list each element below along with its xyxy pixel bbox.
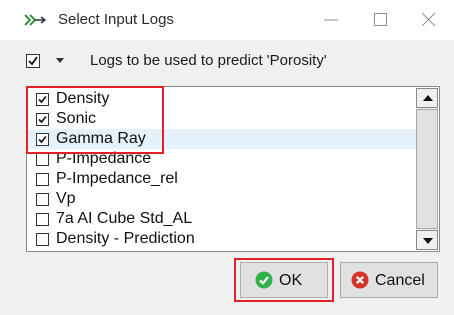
unchecked-checkbox[interactable]	[36, 173, 49, 186]
list-item[interactable]: 7a AI Cube Std_AL	[28, 209, 416, 229]
select-all-checkbox[interactable]	[26, 54, 40, 68]
highlight-box-ok	[234, 258, 334, 302]
vertical-scrollbar[interactable]	[416, 88, 438, 250]
list-item-label: 7a AI Cube Std_AL	[56, 210, 193, 227]
highlight-box-selected-logs	[26, 86, 164, 154]
list-item-label: Density - Prediction	[56, 230, 195, 247]
toolbar-label: Logs to be used to predict 'Porosity'	[90, 52, 327, 69]
list-item-label: Vp	[56, 190, 76, 207]
scrollbar-thumb[interactable]	[416, 109, 438, 229]
scroll-down-button[interactable]	[416, 230, 438, 250]
toolbar: Logs to be used to predict 'Porosity'	[0, 44, 454, 78]
scroll-up-button[interactable]	[416, 88, 438, 108]
unchecked-checkbox[interactable]	[36, 193, 49, 206]
minimize-button[interactable]	[316, 6, 346, 32]
unchecked-checkbox[interactable]	[36, 233, 49, 246]
cancel-button[interactable]: Cancel	[340, 262, 438, 298]
title-bar: Select Input Logs	[0, 0, 454, 40]
maximize-button[interactable]	[366, 6, 396, 32]
cancel-circle-icon	[351, 271, 369, 289]
arrow-up-icon	[423, 95, 433, 101]
dropdown-triangle-icon[interactable]	[56, 58, 64, 63]
arrow-down-icon	[423, 238, 433, 244]
list-item[interactable]: Vp	[28, 189, 416, 209]
close-button[interactable]	[414, 6, 444, 32]
window-title: Select Input Logs	[58, 11, 174, 28]
list-item[interactable]: P-Impedance_rel	[28, 169, 416, 189]
unchecked-checkbox[interactable]	[36, 153, 49, 166]
app-icon	[24, 12, 50, 28]
cancel-button-label: Cancel	[375, 272, 425, 289]
list-item[interactable]: Density - Prediction	[28, 229, 416, 249]
unchecked-checkbox[interactable]	[36, 213, 49, 226]
list-item-label: P-Impedance_rel	[56, 170, 178, 187]
